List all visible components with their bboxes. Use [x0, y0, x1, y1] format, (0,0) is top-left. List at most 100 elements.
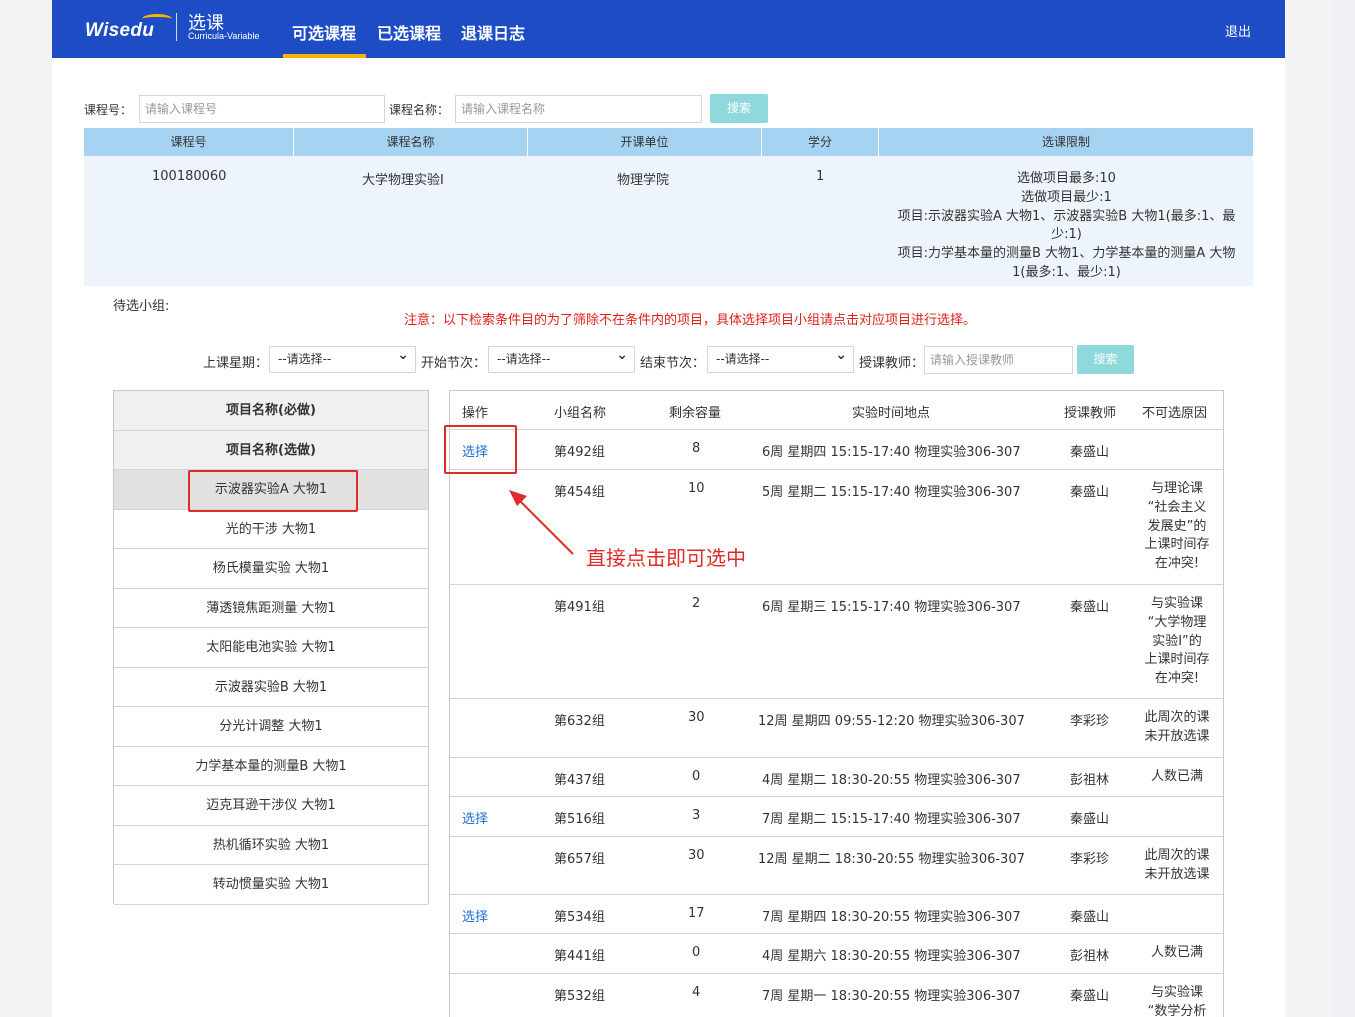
wisedu-logo: Wisedu — [85, 20, 155, 41]
unavailable-reason: 人数已满 — [1150, 945, 1203, 960]
time-place: 7周 星期四 18:30-20:55 物理实验306-307 — [762, 910, 1021, 925]
project-item[interactable]: 转动惯量实验 大物1 — [114, 865, 428, 905]
group-name: 第632组 — [554, 714, 605, 729]
time-place: 4周 星期二 18:30-20:55 物理实验306-307 — [762, 773, 1021, 788]
groups-table-header: 操作 小组名称 剩余容量 实验时间地点 授课教师 不可选原因 — [450, 391, 1223, 430]
credit-value: 1 — [816, 169, 825, 184]
scrollbar-track[interactable] — [1334, 0, 1355, 1017]
course-no-value: 100180060 — [152, 169, 227, 184]
teacher-label: 授课教师： — [859, 356, 925, 371]
col-group-name: 小组名称 — [554, 406, 607, 421]
course-limits: 选做项目最多:10 选做项目最少:1 项目:示波器实验A 大物1、示波器实验B … — [897, 171, 1236, 280]
time-place: 5周 星期二 15:15-17:40 物理实验306-307 — [762, 485, 1021, 500]
teacher: 秦盛山 — [1070, 485, 1110, 500]
group-search-button[interactable]: 搜索 — [1077, 345, 1134, 374]
annotation-text: 直接点击即可选中 — [586, 546, 746, 570]
weekday-select[interactable]: --请选择-- — [269, 343, 416, 373]
capacity: 17 — [688, 906, 705, 921]
teacher: 彭祖林 — [1070, 773, 1110, 788]
unavailable-reason: 与理论课 “社会主义 发展史”的 上课时间存 在冲突! — [1144, 481, 1210, 572]
logout-link[interactable]: 退出 — [1225, 21, 1251, 40]
time-place: 6周 星期三 15:15-17:40 物理实验306-307 — [762, 600, 1021, 615]
table-row: 选择 第516组 3 7周 星期二 15:15-17:40 物理实验306-30… — [450, 797, 1223, 837]
group-name: 第441组 — [554, 949, 605, 964]
nav-drop-log[interactable]: 退课日志 — [461, 20, 525, 44]
active-tab-indicator — [283, 54, 366, 58]
groups-label: 待选小组: — [113, 299, 170, 314]
course-name-input[interactable]: 请输入课程名称 — [455, 95, 702, 123]
annotation-arrow-icon — [509, 490, 574, 555]
unavailable-reason: 此周次的课 未开放选课 — [1144, 848, 1210, 882]
project-item[interactable]: 示波器实验B 大物1 — [114, 667, 428, 707]
teacher-input[interactable]: 请输入授课教师 — [924, 346, 1073, 374]
nav-selected-courses[interactable]: 已选课程 — [377, 20, 441, 44]
notice-text: 注意：以下检索条件目的为了筛除不在条件内的项目，具体选择项目小组请点击对应项目进… — [404, 313, 977, 328]
project-item[interactable]: 光的干涉 大物1 — [114, 509, 428, 549]
capacity: 30 — [688, 848, 705, 863]
capacity: 4 — [692, 985, 701, 1000]
optional-projects-header[interactable]: 项目名称(选做) — [114, 430, 428, 470]
project-item[interactable]: 热机循环实验 大物1 — [114, 825, 428, 865]
table-row: 选择 第492组 8 6周 星期四 15:15-17:40 物理实验306-30… — [450, 430, 1223, 470]
project-item[interactable]: 薄透镜焦距测量 大物1 — [114, 588, 428, 628]
select-link[interactable]: 选择 — [462, 906, 488, 925]
col-course-name: 课程名称 — [386, 135, 435, 149]
time-place: 7周 星期二 15:15-17:40 物理实验306-307 — [762, 812, 1021, 827]
col-action: 操作 — [462, 406, 489, 421]
highlight-box-project — [188, 470, 358, 512]
course-no-input[interactable]: 请输入课程号 — [139, 95, 385, 123]
project-item[interactable]: 太阳能电池实验 大物1 — [114, 628, 428, 668]
capacity: 3 — [692, 808, 701, 823]
course-name-value: 大学物理实验Ⅰ — [362, 173, 444, 188]
end-period-select[interactable]: --请选择-- — [707, 343, 854, 373]
col-course-no: 课程号 — [170, 135, 207, 149]
nav-available-courses[interactable]: 可选课程 — [292, 20, 356, 44]
col-credit: 学分 — [807, 135, 832, 149]
start-period-select[interactable]: --请选择-- — [488, 343, 635, 373]
app-subtitle: Curricula-Variable — [188, 31, 260, 41]
unavailable-reason: 与实验课 “数学分析 — [1147, 985, 1207, 1017]
top-navigation-bar: Wisedu 选课 Curricula-Variable 可选课程 已选课程 退… — [52, 0, 1285, 58]
project-item[interactable]: 分光计调整 大物1 — [114, 707, 428, 747]
teacher: 秦盛山 — [1070, 989, 1110, 1004]
project-list: 项目名称(必做) 项目名称(选做) 示波器实验A 大物1 光的干涉 大物1 杨氏… — [113, 390, 429, 905]
project-item[interactable]: 杨氏模量实验 大物1 — [114, 549, 428, 589]
table-row: 第491组 2 6周 星期三 15:15-17:40 物理实验306-307 秦… — [450, 585, 1223, 699]
course-search-button[interactable]: 搜索 — [710, 94, 768, 123]
start-period-label: 开始节次： — [421, 356, 487, 371]
groups-table: 操作 小组名称 剩余容量 实验时间地点 授课教师 不可选原因 选择 第492组 … — [449, 390, 1224, 1017]
table-row: 第532组 4 7周 星期一 18:30-20:55 物理实验306-307 秦… — [450, 974, 1223, 1017]
select-link[interactable]: 选择 — [462, 808, 488, 827]
time-place: 12周 星期四 09:55-12:20 物理实验306-307 — [758, 714, 1025, 729]
table-row: 第657组 30 12周 星期二 18:30-20:55 物理实验306-307… — [450, 837, 1223, 895]
project-item[interactable]: 迈克耳逊干涉仪 大物1 — [114, 786, 428, 826]
group-name: 第492组 — [554, 445, 605, 460]
unit-value: 物理学院 — [617, 173, 670, 188]
table-row: 第437组 0 4周 星期二 18:30-20:55 物理实验306-307 彭… — [450, 758, 1223, 797]
group-name: 第534组 — [554, 910, 605, 925]
col-limits: 选课限制 — [1041, 135, 1090, 149]
capacity: 2 — [692, 596, 701, 611]
col-capacity: 剩余容量 — [669, 406, 722, 421]
course-name-label: 课程名称： — [389, 103, 450, 117]
capacity: 10 — [688, 481, 705, 496]
col-unit: 开课单位 — [620, 135, 669, 149]
capacity: 0 — [692, 945, 701, 960]
col-reason: 不可选原因 — [1142, 406, 1208, 421]
capacity: 8 — [692, 441, 701, 456]
course-no-label: 课程号： — [84, 103, 133, 117]
project-item[interactable]: 力学基本量的测量B 大物1 — [114, 746, 428, 786]
col-teacher: 授课教师 — [1064, 406, 1117, 421]
group-name: 第516组 — [554, 812, 605, 827]
teacher: 秦盛山 — [1070, 812, 1110, 827]
required-projects-header[interactable]: 项目名称(必做) — [114, 391, 428, 431]
table-row: 第632组 30 12周 星期四 09:55-12:20 物理实验306-307… — [450, 699, 1223, 758]
group-name: 第657组 — [554, 852, 605, 867]
capacity: 0 — [692, 769, 701, 784]
highlight-box-select — [444, 425, 517, 474]
weekday-label: 上课星期： — [203, 356, 269, 371]
unavailable-reason: 此周次的课 未开放选课 — [1144, 710, 1210, 744]
group-name: 第437组 — [554, 773, 605, 788]
unavailable-reason: 人数已满 — [1150, 769, 1203, 784]
time-place: 4周 星期六 18:30-20:55 物理实验306-307 — [762, 949, 1021, 964]
